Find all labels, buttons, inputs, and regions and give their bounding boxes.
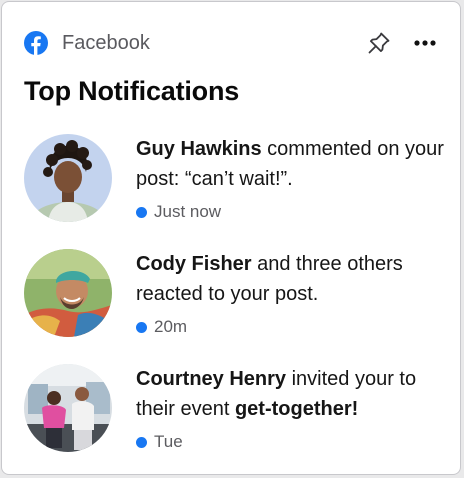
notification-author: Courtney Henry [136,368,287,390]
notification-item[interactable]: Cody Fisher and three others reacted to … [24,247,444,362]
notification-highlight: get-together! [234,398,359,420]
notification-time: 20m [154,317,188,336]
more-options-icon[interactable] [412,30,438,56]
notification-item[interactable]: Courtney Henry invited your to their eve… [24,362,444,477]
unread-dot-icon [136,436,147,448]
notification-time: Just now [154,202,222,221]
avatar [24,364,112,452]
notifications-widget: Facebook Top Notifications Guy Hawkins c… [1,1,461,475]
notification-list: Guy Hawkins commented on your post: “can… [24,132,444,477]
facebook-logo-icon [24,31,48,55]
unread-dot-icon [136,206,147,218]
unread-dot-icon [136,321,147,333]
pin-icon[interactable] [366,30,392,56]
notification-message: Cody Fisher and three others reacted to … [136,249,446,309]
notification-time: Tue [154,432,183,451]
app-name: Facebook [62,31,150,54]
notification-author: Guy Hawkins [136,138,262,160]
notification-message: Courtney Henry invited your to their eve… [136,364,446,424]
avatar [24,249,112,337]
widget-header: Facebook [24,30,438,56]
notification-message: Guy Hawkins commented on your post: “can… [136,134,446,194]
avatar [24,134,112,222]
notification-author: Cody Fisher [136,253,252,275]
widget-title: Top Notifications [24,76,240,106]
notification-item[interactable]: Guy Hawkins commented on your post: “can… [24,132,444,247]
